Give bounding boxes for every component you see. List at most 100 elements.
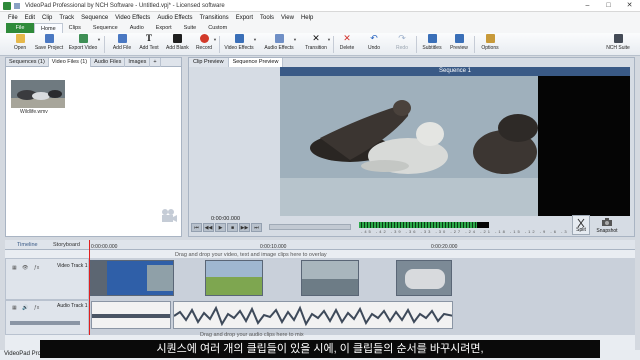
video-preview[interactable] bbox=[280, 68, 630, 216]
maximize-button[interactable]: □ bbox=[598, 0, 619, 12]
lock-icon[interactable]: ▦ bbox=[12, 265, 17, 271]
video-effects-icon bbox=[234, 34, 244, 43]
record-button[interactable]: Record ▼ bbox=[194, 34, 217, 55]
bin-tabs: Sequences (1) Video Files (1) Audio File… bbox=[6, 58, 181, 67]
chevron-down-icon: ▼ bbox=[213, 37, 217, 42]
export-video-button[interactable]: Export Video ▼ bbox=[68, 34, 101, 55]
bin-clip-thumbnail[interactable] bbox=[11, 80, 65, 108]
subtitles-button[interactable]: Subtitles bbox=[421, 34, 443, 55]
quick-access-icon[interactable] bbox=[14, 2, 20, 9]
lock-icon[interactable]: ▦ bbox=[12, 305, 17, 311]
open-button[interactable]: Open bbox=[12, 34, 28, 55]
audio-clip[interactable] bbox=[173, 301, 453, 329]
delete-button[interactable]: ✕ Delete bbox=[338, 34, 356, 55]
save-project-button[interactable]: Save Project bbox=[34, 34, 64, 55]
video-clip-selected[interactable] bbox=[90, 260, 174, 296]
tab-sequence-preview[interactable]: Sequence Preview bbox=[228, 58, 284, 67]
chevron-down-icon: ▼ bbox=[327, 37, 331, 42]
add-text-button[interactable]: T Add Text bbox=[138, 34, 160, 55]
playhead[interactable] bbox=[89, 240, 90, 335]
tab-clip-preview[interactable]: Clip Preview bbox=[189, 58, 229, 67]
transition-button[interactable]: ✕ Transition ▼ bbox=[304, 33, 331, 55]
videopad-window: VideoPad Professional by NCH Software - … bbox=[0, 0, 640, 360]
chevron-down-icon: ▼ bbox=[293, 37, 297, 42]
mute-icon[interactable]: 🔊 bbox=[22, 305, 28, 311]
add-file-button[interactable]: Add File bbox=[112, 34, 132, 55]
menu-video-effects[interactable]: Video Effects bbox=[115, 15, 150, 21]
stop-button[interactable]: ■ bbox=[227, 223, 238, 232]
go-to-end-button[interactable]: ⏭ bbox=[251, 223, 262, 232]
video-clip[interactable] bbox=[205, 260, 263, 296]
tab-suite[interactable]: Suite bbox=[178, 23, 203, 33]
step-forward-button[interactable]: ▶▶ bbox=[239, 223, 250, 232]
sequence-title-bar: Sequence 1 bbox=[280, 67, 630, 76]
play-button[interactable]: ▶ bbox=[215, 223, 226, 232]
ribbon-tabs: File Home Clips Sequence Audio Export Su… bbox=[0, 23, 640, 33]
media-bin: Sequences (1) Video Files (1) Audio File… bbox=[5, 57, 182, 237]
menu-tools[interactable]: Tools bbox=[260, 15, 274, 21]
video-effects-button[interactable]: Video Effects ▼ bbox=[224, 34, 257, 55]
video-camera-icon bbox=[160, 208, 178, 224]
audio-clip[interactable] bbox=[91, 301, 171, 329]
visibility-icon[interactable]: 👁 bbox=[22, 265, 28, 271]
ruler-tick: 0:00:10.000 bbox=[260, 244, 287, 250]
tab-storyboard[interactable]: Storyboard bbox=[53, 240, 80, 250]
menu-transitions[interactable]: Transitions bbox=[200, 15, 229, 21]
volume-slider[interactable] bbox=[10, 321, 80, 325]
options-button[interactable]: Options bbox=[480, 34, 500, 55]
window-title: VideoPad Professional by NCH Software - … bbox=[25, 2, 225, 9]
subtitle-caption: 시퀀스에 여러 개의 클립들이 있을 시에, 이 클립들의 순서를 바꾸시려면, bbox=[40, 340, 600, 358]
step-back-button[interactable]: ◀◀ bbox=[203, 223, 214, 232]
audio-effects-button[interactable]: Audio Effects ▼ bbox=[264, 34, 297, 55]
tab-images[interactable]: Images bbox=[125, 58, 151, 67]
minimize-button[interactable]: – bbox=[577, 0, 598, 12]
menu-edit[interactable]: Edit bbox=[25, 15, 35, 21]
home-toolbar: Open Save Project Export Video ▼ Add Fil… bbox=[0, 33, 640, 56]
redo-button[interactable]: ↷ Redo bbox=[394, 34, 410, 55]
transition-x-icon: ✕ bbox=[312, 33, 320, 43]
menu-view[interactable]: View bbox=[281, 15, 294, 21]
tab-sequence[interactable]: Sequence bbox=[87, 23, 124, 33]
track-fx-icon[interactable]: ƒx bbox=[34, 305, 39, 311]
add-bin-tab-button[interactable]: + bbox=[150, 58, 161, 67]
chevron-down-icon: ▼ bbox=[253, 37, 257, 42]
menu-file[interactable]: File bbox=[8, 15, 18, 21]
go-to-start-button[interactable]: ⏮ bbox=[191, 223, 202, 232]
tab-timeline[interactable]: Timeline bbox=[17, 240, 38, 250]
tab-video-files[interactable]: Video Files (1) bbox=[48, 58, 92, 67]
video-clip[interactable] bbox=[396, 260, 452, 296]
tab-export[interactable]: Export bbox=[150, 23, 178, 33]
menu-sequence[interactable]: Sequence bbox=[81, 15, 108, 21]
tab-file[interactable]: File bbox=[6, 23, 34, 33]
menu-export[interactable]: Export bbox=[236, 15, 253, 21]
preview-tabs: Clip Preview Sequence Preview bbox=[189, 58, 284, 67]
tab-audio[interactable]: Audio bbox=[124, 23, 150, 33]
subtitles-icon bbox=[427, 34, 437, 43]
tab-clips[interactable]: Clips bbox=[63, 23, 87, 33]
transport-controls: ⏮ ◀◀ ▶ ■ ▶▶ ⏭ bbox=[191, 223, 263, 233]
menu-track[interactable]: Track bbox=[59, 15, 74, 21]
add-blank-button[interactable]: Add Blank bbox=[166, 34, 189, 55]
track-fx-icon[interactable]: ƒx bbox=[34, 265, 39, 271]
meter-scale: -45 -42 -39 -36 -33 -30 -27 -24 -21 -18 … bbox=[361, 229, 576, 234]
tab-sequences[interactable]: Sequences (1) bbox=[6, 58, 49, 67]
preview-button[interactable]: Preview bbox=[449, 34, 469, 55]
undo-button[interactable]: ↶ Undo bbox=[366, 34, 382, 55]
tab-custom[interactable]: Custom bbox=[202, 23, 233, 33]
audio-track-label: Audio Track 1 bbox=[57, 303, 88, 309]
menu-help[interactable]: Help bbox=[301, 15, 313, 21]
tab-home[interactable]: Home bbox=[34, 23, 63, 33]
menu-audio-effects[interactable]: Audio Effects bbox=[157, 15, 192, 21]
video-clip[interactable] bbox=[301, 260, 359, 296]
split-button[interactable]: Split bbox=[572, 215, 590, 235]
snapshot-button[interactable]: Snapshot bbox=[594, 215, 620, 235]
menu-bar: File Edit Clip Track Sequence Video Effe… bbox=[0, 12, 640, 23]
preview-scrubber[interactable] bbox=[269, 224, 351, 230]
menu-clip[interactable]: Clip bbox=[42, 15, 52, 21]
tab-audio-files[interactable]: Audio Files bbox=[91, 58, 126, 67]
nch-suite-button[interactable]: NCH Suite bbox=[604, 34, 632, 55]
timeline-ruler[interactable]: 0:00:00.000 0:00:10.000 0:00:20.000 bbox=[89, 240, 635, 250]
audio-effects-icon bbox=[274, 34, 284, 43]
close-button[interactable]: ✕ bbox=[619, 0, 640, 12]
video-track-label: Video Track 1 bbox=[57, 263, 88, 269]
